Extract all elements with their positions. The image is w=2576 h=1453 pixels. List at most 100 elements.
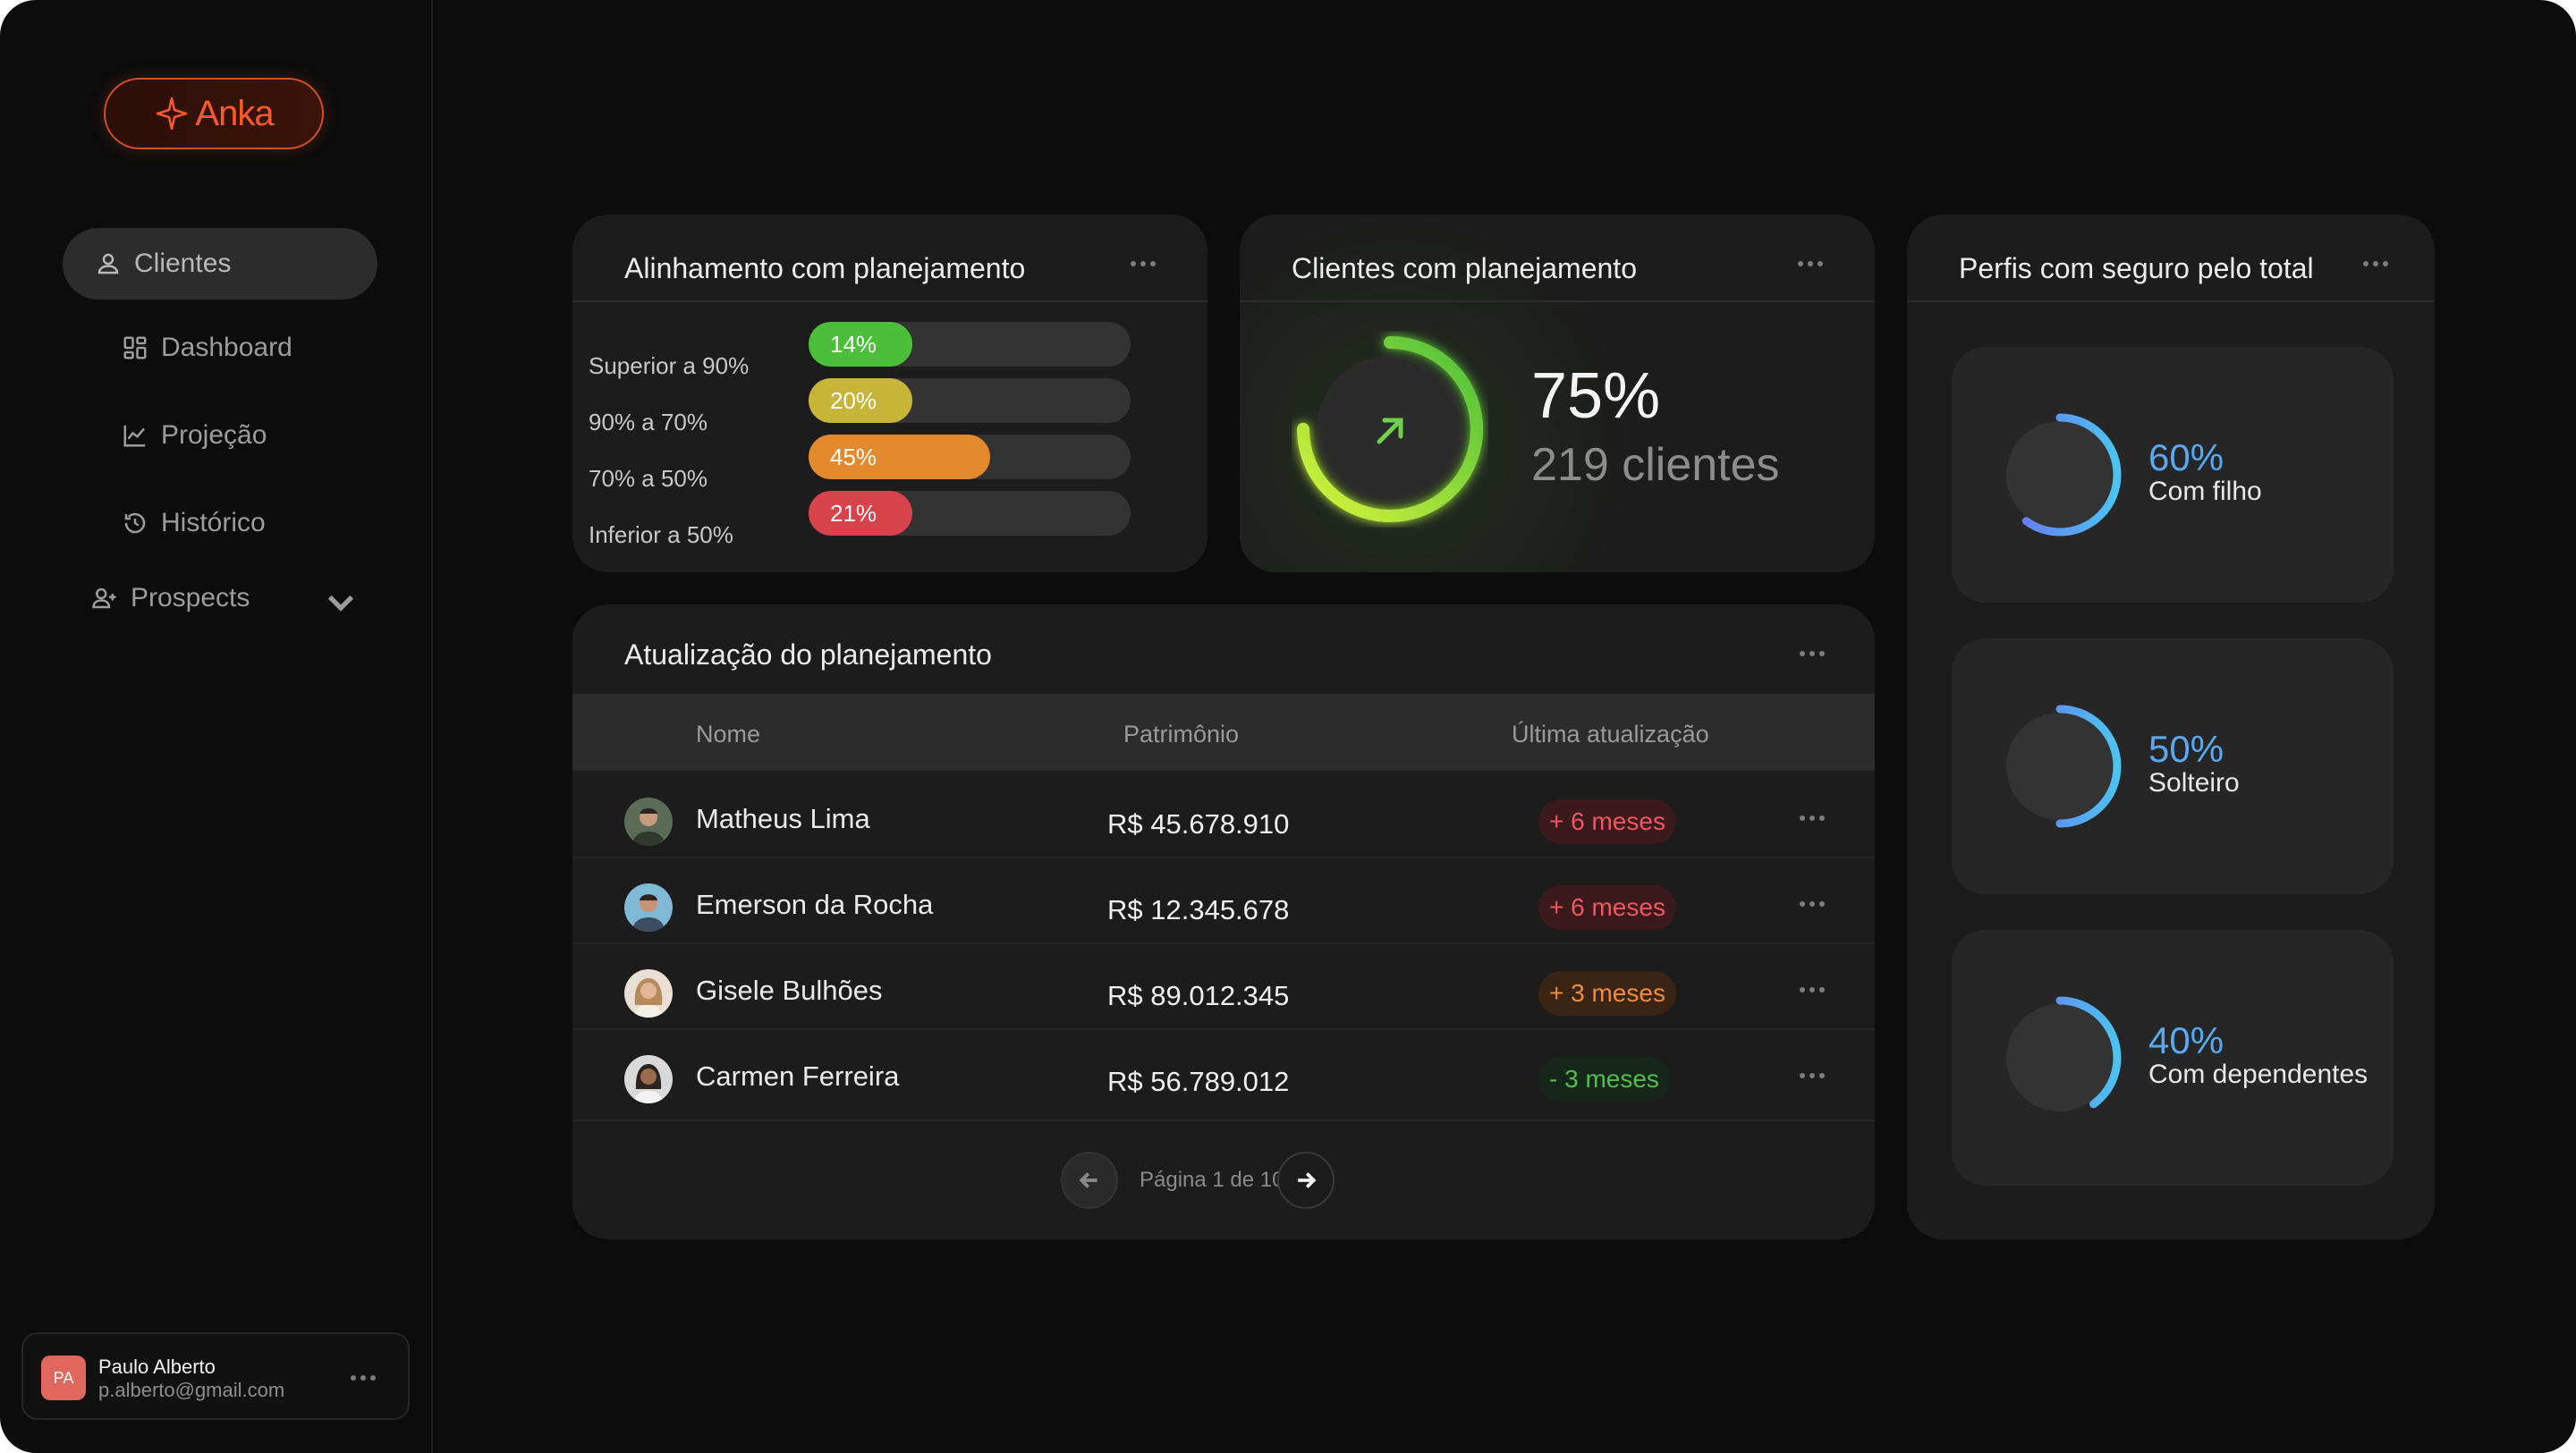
profile-percent: 50% — [2148, 728, 2224, 770]
bar-track: 14% — [809, 322, 1131, 367]
column-header[interactable]: Patrimônio — [1123, 721, 1239, 748]
bar-fill: 45% — [809, 435, 990, 479]
more-icon[interactable] — [1800, 651, 1825, 656]
status-badge: + 3 meses — [1538, 971, 1676, 1016]
sidebar-item-label: Clientes — [134, 249, 232, 278]
more-icon[interactable] — [1800, 987, 1825, 993]
more-icon[interactable] — [1800, 1073, 1825, 1078]
table-row[interactable]: Gisele Bulhões R$ 89.012.345 + 3 meses — [572, 946, 1875, 1030]
bar-track: 20% — [809, 378, 1131, 423]
client-name: Emerson da Rocha — [696, 889, 934, 920]
column-header[interactable]: Última atualização — [1512, 721, 1709, 748]
profile-item[interactable]: 50% Solteiro — [1952, 638, 2394, 894]
table-header: Nome Patrimônio Última atualização — [572, 694, 1875, 771]
profile-item[interactable]: 40% Com dependentes — [1952, 930, 2394, 1186]
history-icon — [124, 512, 146, 534]
profile-item[interactable]: 60% Com filho — [1952, 347, 2394, 603]
sidebar-item-dashboard[interactable]: Dashboard — [122, 333, 292, 363]
card-title: Perfis com seguro pelo total — [1959, 252, 2314, 284]
more-icon[interactable] — [1798, 261, 1823, 266]
client-value: R$ 12.345.678 — [1107, 894, 1290, 925]
dashboard-icon — [123, 336, 147, 359]
user-card[interactable]: PA Paulo Alberto p.alberto@gmail.com — [21, 1332, 410, 1420]
arrow-right-icon — [1298, 1172, 1317, 1188]
sidebar-item-prospects[interactable]: Prospects — [91, 583, 250, 613]
profiles-card: Perfis com seguro pelo total 60% Com fil… — [1907, 215, 2435, 1239]
alignment-card: Alinhamento com planejamento Superior a … — [572, 215, 1208, 572]
card-title: Atualização do planejamento — [624, 638, 992, 671]
chart-line-icon — [123, 425, 146, 447]
bar-label: Superior a 90% — [589, 352, 750, 379]
arrow-left-icon — [1079, 1172, 1097, 1188]
card-title: Alinhamento com planejamento — [624, 252, 1026, 284]
client-value: R$ 56.789.012 — [1107, 1066, 1290, 1097]
profile-label: Solteiro — [2148, 768, 2240, 798]
sidebar-item-historico[interactable]: Histórico — [122, 508, 266, 538]
card-title: Clientes com planejamento — [1292, 252, 1637, 284]
user-plus-icon — [92, 587, 116, 609]
table-row[interactable]: Carmen Ferreira R$ 56.789.012 - 3 meses — [572, 1032, 1875, 1121]
spark-icon — [157, 97, 188, 131]
bar-track: 21% — [809, 491, 1131, 536]
table-row[interactable]: Matheus Lima R$ 45.678.910 + 6 meses — [572, 774, 1875, 858]
column-header[interactable]: Nome — [696, 721, 760, 748]
updates-card: Atualização do planejamento Nome Patrimô… — [572, 604, 1875, 1239]
avatar — [624, 798, 673, 846]
planned-clients-card: Clientes com planejamento 75% 219 client… — [1240, 215, 1875, 572]
status-badge: + 6 meses — [1538, 799, 1676, 844]
chevron-down-icon[interactable] — [322, 583, 360, 621]
divider — [572, 300, 1208, 302]
sidebar-item-projecao[interactable]: Projeção — [122, 420, 267, 451]
profile-label: Com dependentes — [2148, 1060, 2368, 1089]
pagination-label: Página 1 de 10 — [1140, 1168, 1283, 1192]
progress-ring — [1998, 705, 2122, 828]
logo-text: Anka — [195, 93, 274, 133]
status-badge: - 3 meses — [1538, 1057, 1670, 1102]
divider — [1907, 300, 2435, 302]
more-icon[interactable] — [2363, 261, 2388, 266]
bar-fill: 20% — [809, 378, 912, 423]
client-name: Matheus Lima — [696, 803, 870, 834]
next-page-button[interactable] — [1277, 1152, 1335, 1209]
client-name: Carmen Ferreira — [696, 1060, 900, 1092]
user-email: p.alberto@gmail.com — [98, 1379, 285, 1401]
sidebar: Anka Clientes Dashboard Projeção Históri… — [0, 0, 433, 1453]
logo[interactable]: Anka — [104, 78, 324, 149]
progress-ring — [1998, 996, 2122, 1119]
sidebar-item-clientes[interactable]: Clientes — [63, 228, 377, 300]
bar-label: 70% a 50% — [589, 465, 708, 492]
avatar — [624, 883, 673, 932]
planned-percent: 75% — [1531, 360, 1661, 432]
avatar: PA — [41, 1356, 86, 1400]
prev-page-button[interactable] — [1061, 1152, 1118, 1209]
client-value: R$ 89.012.345 — [1107, 980, 1290, 1011]
sidebar-item-label: Dashboard — [161, 333, 292, 362]
more-icon[interactable] — [1800, 901, 1825, 907]
sidebar-item-label: Histórico — [161, 508, 266, 537]
divider — [1240, 300, 1875, 302]
status-badge: + 6 meses — [1538, 885, 1676, 930]
profile-label: Com filho — [2148, 477, 2262, 506]
bar-label: 90% a 70% — [589, 409, 708, 435]
user-name: Paulo Alberto — [98, 1356, 216, 1378]
app-window: Anka Clientes Dashboard Projeção Históri… — [0, 0, 2576, 1453]
sidebar-item-label: Prospects — [131, 583, 250, 612]
more-icon[interactable] — [1131, 261, 1156, 266]
bar-track: 45% — [809, 435, 1131, 479]
progress-ring — [1998, 413, 2122, 536]
sidebar-item-label: Projeção — [161, 420, 267, 450]
bar-label: Inferior a 50% — [589, 521, 733, 548]
profile-percent: 60% — [2148, 436, 2224, 478]
avatar — [624, 1055, 673, 1103]
more-icon[interactable] — [351, 1375, 376, 1381]
bar-fill: 14% — [809, 322, 912, 367]
user-icon — [97, 253, 119, 275]
progress-ring — [1297, 336, 1483, 522]
client-value: R$ 45.678.910 — [1107, 808, 1290, 840]
bar-fill: 21% — [809, 491, 912, 536]
table-row[interactable]: Emerson da Rocha R$ 12.345.678 + 6 meses — [572, 860, 1875, 944]
more-icon[interactable] — [1800, 815, 1825, 821]
profile-percent: 40% — [2148, 1019, 2224, 1061]
client-name: Gisele Bulhões — [696, 975, 883, 1006]
planned-count: 219 clientes — [1531, 439, 1780, 491]
